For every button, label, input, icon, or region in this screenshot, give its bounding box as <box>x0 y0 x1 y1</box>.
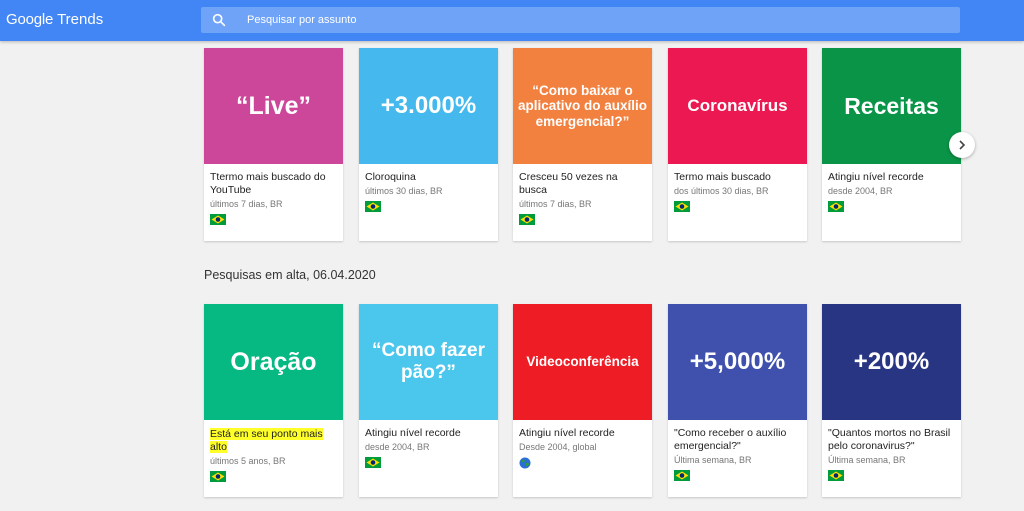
google-trends-logo[interactable]: Google Trends <box>6 11 103 28</box>
card-tile: “Live” <box>204 48 343 164</box>
trend-card[interactable]: Oração Está em seu ponto mais alto últim… <box>204 304 343 497</box>
trend-card[interactable]: +3.000% Cloroquina últimos 30 dias, BR <box>359 48 498 241</box>
card-tile: Oração <box>204 304 343 420</box>
brazil-flag-icon <box>519 214 535 225</box>
card-tile: Coronavírus <box>668 48 807 164</box>
card-description: Cresceu 50 vezes na busca <box>519 171 618 196</box>
card-meta: Última semana, BR <box>674 455 752 465</box>
card-description: Atingiu nível recorde <box>365 427 461 439</box>
card-meta: últimos 5 anos, BR <box>210 456 286 466</box>
card-tile: +3.000% <box>359 48 498 164</box>
card-description: Cloroquina <box>365 171 416 183</box>
top-bar: Google Trends <box>0 0 1024 41</box>
card-description: "Quantos mortos no Brasil pelo coronavir… <box>828 427 951 452</box>
logo-trends-text: Trends <box>57 11 104 28</box>
search-icon <box>212 13 226 27</box>
trend-card[interactable]: “Live” Ttermo mais buscado do YouTube úl… <box>204 48 343 241</box>
brazil-flag-icon <box>365 201 381 212</box>
brazil-flag-icon <box>210 214 226 225</box>
trend-card[interactable]: Videoconferência Atingiu nível recorde D… <box>513 304 652 497</box>
card-description: Está em seu ponto mais alto <box>210 428 337 454</box>
card-meta: dos últimos 30 dias, BR <box>674 186 769 196</box>
brazil-flag-icon <box>674 201 690 212</box>
trend-card[interactable]: Receitas Atingiu nível recorde desde 200… <box>822 48 961 241</box>
brazil-flag-icon <box>828 470 844 481</box>
brazil-flag-icon <box>210 471 226 482</box>
card-meta: últimos 7 dias, BR <box>519 199 592 209</box>
card-description: "Como receber o auxílio emergencial?" <box>674 427 787 452</box>
brazil-flag-icon <box>365 457 381 468</box>
chevron-right-icon <box>959 140 966 150</box>
card-tile: +5,000% <box>668 304 807 420</box>
card-tile: Videoconferência <box>513 304 652 420</box>
card-description: Ttermo mais buscado do YouTube <box>210 171 326 196</box>
trend-card[interactable]: Coronavírus Termo mais buscado dos últim… <box>668 48 807 241</box>
card-tile: Receitas <box>822 48 961 164</box>
card-tile: +200% <box>822 304 961 420</box>
card-meta: Desde 2004, global <box>519 442 597 452</box>
highlighted-description: Está em seu ponto mais alto <box>210 428 323 453</box>
search-input[interactable] <box>247 10 847 30</box>
brazil-flag-icon <box>674 470 690 481</box>
trend-card[interactable]: “Como fazer pão?” Atingiu nível recorde … <box>359 304 498 497</box>
card-description: Atingiu nível recorde <box>828 171 924 183</box>
section-title: Pesquisas em alta, 06.04.2020 <box>204 268 376 282</box>
card-meta: desde 2004, BR <box>365 442 430 452</box>
card-meta: desde 2004, BR <box>828 186 893 196</box>
card-meta: últimos 30 dias, BR <box>365 186 443 196</box>
card-tile: “Como fazer pão?” <box>359 304 498 420</box>
trend-card[interactable]: “Como baixar o aplicativo do auxílio eme… <box>513 48 652 241</box>
globe-icon <box>519 457 531 469</box>
logo-google-text: Google <box>6 11 54 28</box>
card-description: Termo mais buscado <box>674 171 771 183</box>
card-tile: “Como baixar o aplicativo do auxílio eme… <box>513 48 652 164</box>
card-description: Atingiu nível recorde <box>519 427 615 439</box>
carousel-next-button[interactable] <box>949 132 975 158</box>
card-meta: últimos 7 dias, BR <box>210 199 283 209</box>
trend-card[interactable]: +5,000% "Como receber o auxílio emergenc… <box>668 304 807 497</box>
search-box[interactable] <box>201 7 960 33</box>
card-meta: Última semana, BR <box>828 455 906 465</box>
brazil-flag-icon <box>828 201 844 212</box>
trend-card[interactable]: +200% "Quantos mortos no Brasil pelo cor… <box>822 304 961 497</box>
